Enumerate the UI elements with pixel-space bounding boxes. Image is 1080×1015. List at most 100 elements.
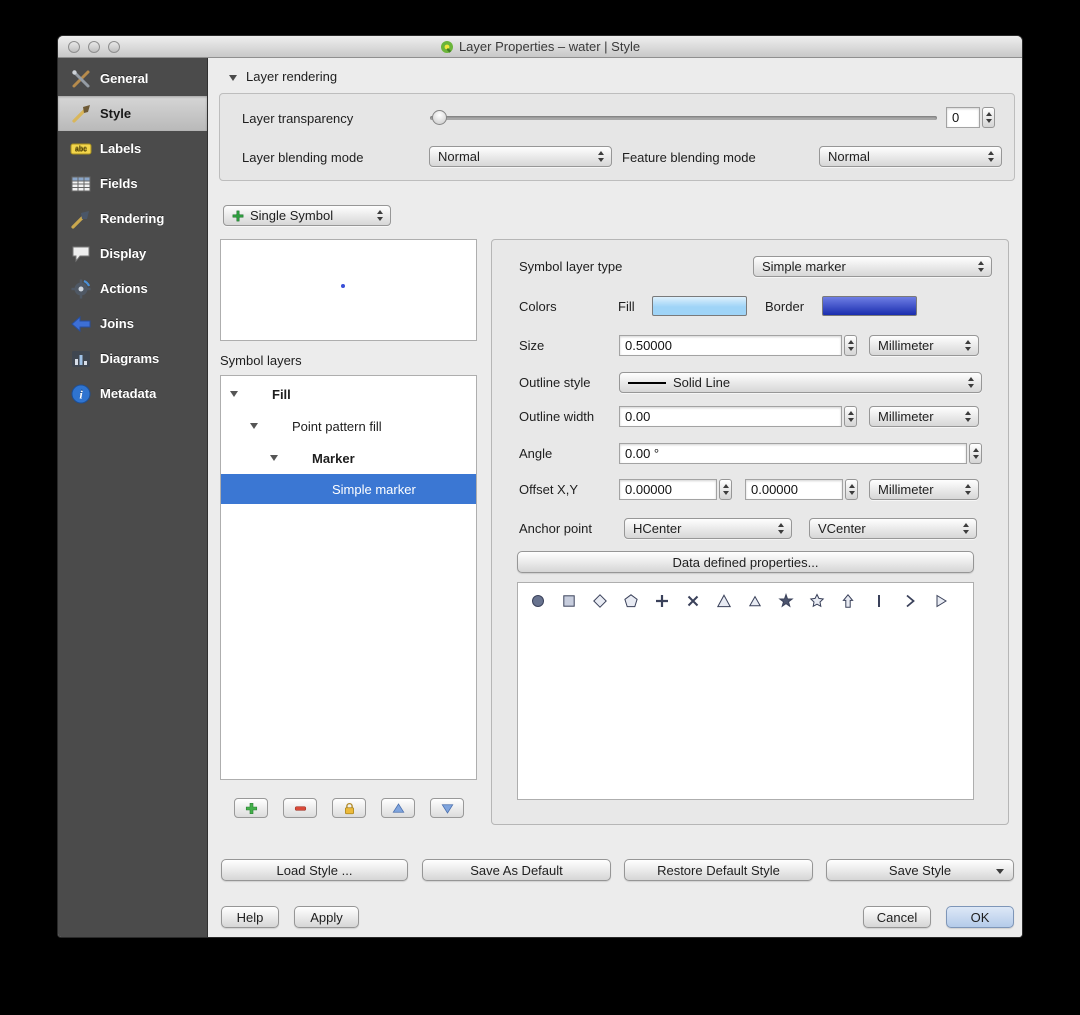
style-icon [70,103,92,125]
marker-shape-arrow-up[interactable] [838,591,858,611]
outline-style-select[interactable]: Solid Line [619,372,982,393]
restore-default-style-button[interactable]: Restore Default Style [624,859,813,881]
size-input[interactable] [619,335,842,356]
sidebar-item-label: Metadata [100,386,157,401]
help-button[interactable]: Help [221,906,279,928]
tree-item-simple-marker[interactable]: Simple marker [221,474,476,504]
cancel-button[interactable]: Cancel [863,906,931,928]
offset-x-stepper[interactable] [719,479,732,500]
sidebar-item-rendering[interactable]: Rendering [58,201,207,236]
disclosure-triangle-icon[interactable] [250,422,260,430]
marker-shape-square[interactable] [559,591,579,611]
titlebar[interactable]: Layer Properties – water | Style [58,36,1022,58]
marker-shape-equilateral-triangle[interactable] [745,591,765,611]
add-icon [244,801,259,816]
apply-button[interactable]: Apply [294,906,359,928]
outline-width-unit-select[interactable]: Millimeter [869,406,979,427]
border-color-swatch[interactable] [822,296,917,316]
data-defined-properties-button[interactable]: Data defined properties... [517,551,974,573]
marker-shape-arrowhead-right[interactable] [931,591,951,611]
layer-rendering-disclosure[interactable] [229,75,237,81]
sidebar-item-labels[interactable]: abc Labels [58,131,207,166]
anchor-horizontal-select[interactable]: HCenter [624,518,792,539]
fill-color-swatch[interactable] [652,296,747,316]
sidebar-item-style[interactable]: Style [58,96,207,131]
offset-y-input[interactable] [745,479,843,500]
sidebar-item-actions[interactable]: Actions [58,271,207,306]
marker-shape-circle[interactable] [528,591,548,611]
offset-x-input[interactable] [619,479,717,500]
marker-shape-plus[interactable] [652,591,672,611]
symbol-preview [220,239,477,341]
sidebar-item-diagrams[interactable]: Diagrams [58,341,207,376]
symbol-layer-type-select[interactable]: Simple marker [753,256,992,277]
anchor-vertical-select[interactable]: VCenter [809,518,977,539]
slider-track[interactable] [430,116,937,120]
anchor-horizontal-value: HCenter [633,521,682,536]
marker-shape-triangle[interactable] [714,591,734,611]
angle-input[interactable] [619,443,967,464]
offset-y-stepper[interactable] [845,479,858,500]
labels-icon: abc [70,138,92,160]
sidebar-item-label: General [100,71,149,86]
marker-shape-star-sharp[interactable] [776,591,796,611]
single-symbol-icon [232,210,244,222]
anchor-point-label: Anchor point [519,521,592,536]
marker-shape-row [518,583,973,619]
outline-width-unit-value: Millimeter [878,409,934,424]
feature-blending-mode-select[interactable]: Normal [819,146,1002,167]
marker-shape-cross[interactable] [683,591,703,611]
move-up-symbol-layer-button[interactable] [381,798,415,818]
tree-item-marker[interactable]: Marker [221,442,476,474]
move-down-symbol-layer-button[interactable] [430,798,464,818]
layer-blending-mode-select[interactable]: Normal [429,146,612,167]
offset-unit-select[interactable]: Millimeter [869,479,979,500]
ok-button[interactable]: OK [946,906,1014,928]
marker-shape-chevron-right[interactable] [900,591,920,611]
layer-transparency-stepper[interactable] [982,107,995,128]
add-symbol-layer-button[interactable] [234,798,268,818]
offset-unit-value: Millimeter [878,482,934,497]
save-as-default-button[interactable]: Save As Default [422,859,611,881]
marker-shape-star[interactable] [807,591,827,611]
feature-blending-mode-value: Normal [828,149,870,164]
save-style-button[interactable]: Save Style [826,859,1014,881]
symbol-layer-type-label: Symbol layer type [519,259,623,274]
sidebar-item-metadata[interactable]: i Metadata [58,376,207,411]
sidebar-item-display[interactable]: Display [58,236,207,271]
layer-transparency-input[interactable] [946,107,980,128]
remove-symbol-layer-button[interactable] [283,798,317,818]
load-style-button[interactable]: Load Style ... [221,859,408,881]
sidebar-item-fields[interactable]: Fields [58,166,207,201]
disclosure-triangle-icon[interactable] [270,454,280,462]
sidebar-item-label: Diagrams [100,351,160,366]
tree-item-fill[interactable]: Fill [221,378,476,410]
lock-icon [342,801,357,816]
tree-item-label: Fill [272,386,291,402]
disclosure-triangle-icon[interactable] [230,390,240,398]
slider-knob[interactable] [432,110,447,125]
outline-style-label: Outline style [519,375,591,390]
outline-width-label: Outline width [519,409,595,424]
tree-item-label: Point pattern fill [292,418,382,434]
lock-symbol-layer-button[interactable] [332,798,366,818]
symbol-layers-tree: Fill Point pattern fill Marker Simple marke… [220,375,477,780]
layer-transparency-slider [430,106,937,130]
tree-item-point-pattern-fill[interactable]: Point pattern fill [221,410,476,442]
size-unit-select[interactable]: Millimeter [869,335,979,356]
outline-width-stepper[interactable] [844,406,857,427]
actions-icon [70,278,92,300]
sidebar-item-general[interactable]: General [58,61,207,96]
size-stepper[interactable] [844,335,857,356]
fields-icon [70,173,92,195]
sidebar-item-joins[interactable]: Joins [58,306,207,341]
outline-width-input[interactable] [619,406,842,427]
symbol-preview-marker [341,284,345,288]
marker-shape-pentagon[interactable] [621,591,641,611]
marker-shape-vertical-line[interactable] [869,591,889,611]
angle-stepper[interactable] [969,443,982,464]
layer-rendering-label: Layer rendering [246,69,338,84]
angle-label: Angle [519,446,553,461]
marker-shape-diamond[interactable] [590,591,610,611]
renderer-select[interactable]: Single Symbol [223,205,391,226]
